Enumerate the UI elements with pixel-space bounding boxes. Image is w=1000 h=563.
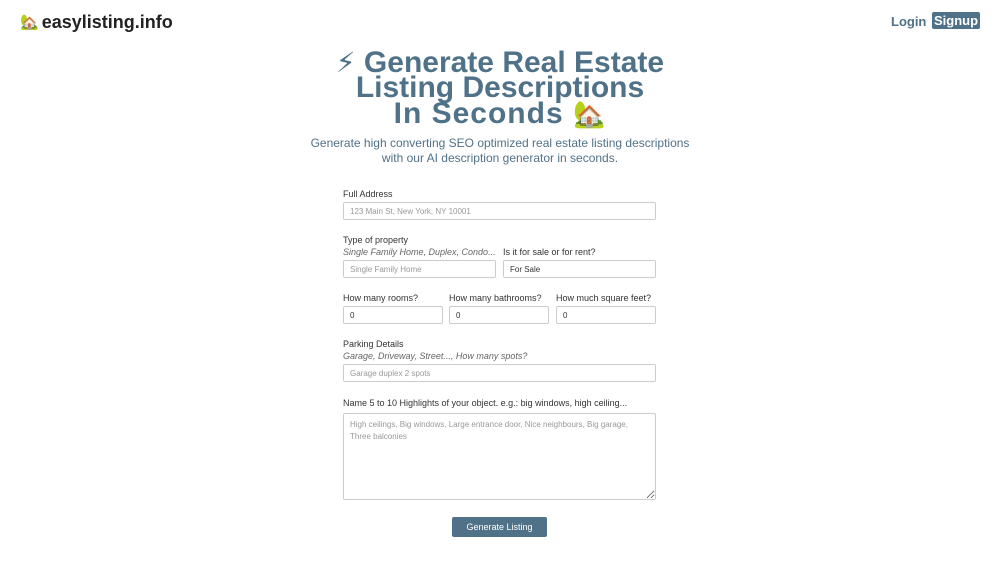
property-type-hint: Single Family Home, Duplex, Condo... [343, 247, 496, 257]
sqft-input[interactable] [556, 306, 656, 324]
highlights-textarea[interactable] [343, 413, 656, 500]
property-type-label: Type of property Single Family Home, Dup… [343, 234, 496, 258]
generate-listing-button[interactable]: Generate Listing [452, 517, 547, 537]
highlights-field-group: Name 5 to 10 Highlights of your object. … [343, 397, 656, 505]
rooms-label: How many rooms? [343, 293, 419, 303]
tagline: Generate high converting SEO optimized r… [310, 136, 690, 165]
sale-rent-field-group: Is it for sale or for rent? [503, 246, 656, 278]
property-type-label-text: Type of property [343, 235, 409, 245]
address-field-group: Full Address [343, 188, 656, 220]
parking-label-text: Parking Details [343, 339, 404, 349]
sale-rent-input[interactable] [503, 260, 656, 278]
login-link[interactable]: Login [891, 14, 926, 29]
signup-button[interactable]: Signup [932, 12, 980, 29]
logo[interactable]: 🏡 easylisting.info [20, 12, 173, 33]
page-title: ⚡ Generate Real Estate Listing Descripti… [0, 47, 1000, 129]
house-icon: 🏡 [573, 99, 607, 129]
sqft-field-group: How much square feet? [556, 292, 656, 324]
title-line-3: In Seconds 🏡 [0, 99, 1000, 129]
lightning-icon: ⚡ [335, 47, 356, 78]
bathrooms-label: How many bathrooms? [449, 293, 542, 303]
address-input[interactable] [343, 202, 656, 220]
sqft-label: How much square feet? [556, 293, 652, 303]
bathrooms-input[interactable] [449, 306, 549, 324]
parking-hint: Garage, Driveway, Street..., How many sp… [343, 351, 528, 361]
property-type-input[interactable] [343, 260, 496, 278]
logo-text: easylisting.info [41, 12, 173, 32]
rooms-field-group: How many rooms? [343, 292, 443, 324]
rooms-input[interactable] [343, 306, 443, 324]
title-text-3: In Seconds [393, 97, 564, 130]
bathrooms-field-group: How many bathrooms? [449, 292, 549, 324]
property-type-field-group: Type of property Single Family Home, Dup… [343, 234, 496, 278]
house-icon: 🏡 [20, 14, 39, 31]
highlights-label: Name 5 to 10 Highlights of your object. … [343, 398, 628, 408]
parking-field-group: Parking Details Garage, Driveway, Street… [343, 338, 656, 382]
parking-label: Parking Details Garage, Driveway, Street… [343, 338, 656, 362]
parking-input[interactable] [343, 364, 656, 382]
address-label: Full Address [343, 189, 393, 199]
sale-rent-label: Is it for sale or for rent? [503, 247, 596, 257]
